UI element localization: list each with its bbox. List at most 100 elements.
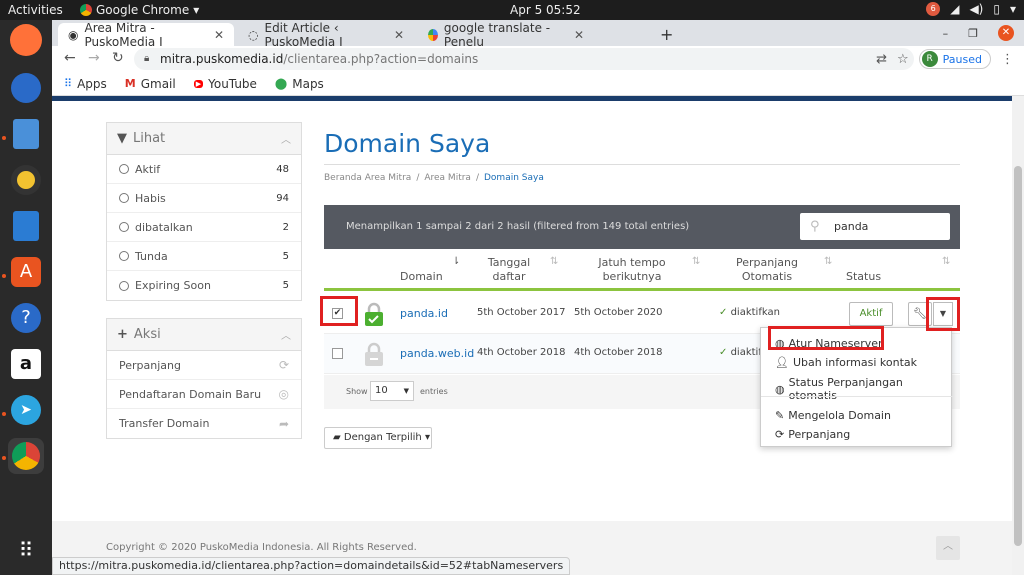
bulk-action-button[interactable]: ▰ Dengan Terpilih ▾: [324, 427, 432, 449]
col-registered[interactable]: Tanggal daftar: [474, 256, 544, 284]
app-menu[interactable]: Google Chrome ▾: [80, 3, 199, 17]
sort-icon: ⇂: [452, 256, 461, 267]
chrome-icon: [80, 4, 92, 16]
writer-icon[interactable]: [8, 208, 44, 244]
bookmark-star-icon[interactable]: ☆: [897, 52, 909, 67]
bookmark-label: Gmail: [140, 76, 176, 91]
caret-down-icon: ▼: [403, 387, 409, 395]
col-label: Tanggal: [487, 256, 531, 269]
menu-item-status-perpanjangan[interactable]: ◍ Status Perpanjangan otomatis: [775, 376, 951, 402]
show-apps-icon[interactable]: ⠿: [8, 532, 44, 568]
col-label: daftar: [492, 270, 526, 283]
software-icon[interactable]: A: [8, 254, 44, 290]
page-scrollbar[interactable]: [1012, 96, 1024, 575]
refresh-icon: ⟳: [775, 428, 785, 441]
reload-button[interactable]: ↻: [112, 50, 124, 66]
telegram-icon[interactable]: ➤: [8, 392, 44, 428]
bookmarks-bar: ⠿ Apps M Gmail ▶ YouTube ⬤ Maps: [52, 72, 1024, 96]
tab-google-translate[interactable]: google translate - Penelu ✕: [418, 21, 594, 49]
running-indicator: [2, 412, 6, 416]
globe-icon: ◍: [775, 382, 785, 396]
google-icon: [428, 28, 438, 41]
entries-label: entries: [420, 387, 448, 396]
col-status[interactable]: Status: [846, 270, 881, 284]
bookmark-gmail[interactable]: M Gmail: [125, 77, 176, 91]
filter-expiring-soon[interactable]: Expiring Soon 5: [107, 271, 301, 300]
menu-icon[interactable]: ⋮: [1001, 52, 1014, 67]
chrome-dock-icon[interactable]: [8, 438, 44, 474]
url-path: /clientarea.php?action=domains: [283, 52, 479, 66]
scroll-top-button[interactable]: ︿: [936, 536, 960, 560]
auto-renew-label: diaktifkan: [730, 307, 780, 318]
sort-icon: ⇅: [824, 256, 833, 267]
battery-icon: ▯: [993, 2, 1000, 16]
expiry-date: 4th October 2018: [574, 347, 663, 358]
breadcrumb-item[interactable]: Area Mitra: [424, 173, 471, 183]
filter-count: 5: [282, 250, 289, 262]
domain-link[interactable]: panda.id: [400, 307, 448, 320]
menu-item-ubah-kontak[interactable]: 👤︎ Ubah informasi kontak: [775, 356, 917, 369]
filter-tunda[interactable]: Tunda 5: [107, 242, 301, 271]
filter-dibatalkan[interactable]: dibatalkan 2: [107, 213, 301, 242]
action-transfer-domain[interactable]: Transfer Domain ➦: [107, 409, 301, 438]
new-tab-button[interactable]: +: [660, 25, 673, 44]
action-perpanjang[interactable]: Perpanjang ⟳: [107, 351, 301, 380]
loading-icon: ◌: [248, 27, 259, 42]
minimize-button[interactable]: –: [943, 27, 949, 40]
col-expires[interactable]: Jatuh tempo berikutnya: [592, 256, 672, 284]
close-icon[interactable]: ✕: [394, 28, 404, 42]
page-content: ▼ Lihat ︿ Aktif 48 Habis 94 dibatalkan 2 Tu…: [52, 101, 1012, 521]
thunderbird-icon[interactable]: [8, 70, 44, 106]
filter-panel-header[interactable]: ▼ Lihat ︿: [107, 123, 301, 155]
filter-aktif[interactable]: Aktif 48: [107, 155, 301, 184]
row-checkbox[interactable]: [332, 348, 343, 359]
action-label: Transfer Domain: [119, 417, 210, 430]
forward-button[interactable]: →: [88, 50, 100, 66]
window-close-button[interactable]: ✕: [998, 25, 1014, 41]
address-bar[interactable]: 🔒︎ mitra.puskomedia.id/clientarea.php?ac…: [134, 48, 914, 70]
domain-link[interactable]: panda.web.id: [400, 347, 474, 360]
system-tray[interactable]: 6 ◢ ◀) ▯ ▾: [926, 2, 1016, 16]
profile-status: Paused: [942, 52, 982, 66]
scrollbar-thumb[interactable]: [1014, 166, 1022, 546]
col-domain[interactable]: Domain: [400, 270, 443, 284]
firefox-icon[interactable]: [10, 24, 42, 56]
globe-icon: ◉: [68, 27, 79, 42]
amazon-icon[interactable]: a: [8, 346, 44, 382]
clock[interactable]: Apr 5 05:52: [510, 3, 581, 17]
filter-icon: ▼: [117, 131, 127, 146]
help-icon[interactable]: ?: [8, 300, 44, 336]
action-pendaftaran-domain-baru[interactable]: Pendaftaran Domain Baru ◎: [107, 380, 301, 409]
restore-button[interactable]: ❐: [968, 27, 978, 40]
table-info: Menampilkan 1 sampai 2 dari 2 hasil (fil…: [346, 221, 690, 232]
filter-habis[interactable]: Habis 94: [107, 184, 301, 213]
tab-edit-article[interactable]: ◌ Edit Article ‹ PuskoMedia I ✕: [238, 21, 414, 49]
filter-count: 5: [282, 280, 289, 291]
close-icon[interactable]: ✕: [214, 28, 224, 42]
back-button[interactable]: ←: [64, 50, 76, 66]
menu-item-perpanjang[interactable]: ⟳ Perpanjang: [775, 428, 850, 441]
chevron-down-icon: ▾: [193, 3, 200, 17]
translate-icon[interactable]: ⇄: [876, 52, 887, 67]
tab-area-mitra[interactable]: ◉ Area Mitra - PuskoMedia I ✕: [58, 21, 234, 49]
col-label: berikutnya: [602, 270, 662, 283]
rhythmbox-icon[interactable]: [8, 162, 44, 198]
actions-panel-header[interactable]: + Aksi ︿: [107, 319, 301, 351]
activities-button[interactable]: Activities: [8, 3, 63, 17]
page-size-select[interactable]: 10 ▼: [370, 381, 414, 401]
col-label: Jatuh tempo: [598, 256, 666, 269]
bookmark-youtube[interactable]: ▶ YouTube: [193, 77, 257, 91]
bookmark-maps[interactable]: ⬤ Maps: [275, 77, 324, 91]
col-auto-renew[interactable]: Perpanjang Otomatis: [728, 256, 806, 284]
breadcrumb-item[interactable]: Beranda Area Mitra: [324, 173, 411, 183]
lock-icon: 🔒︎: [144, 53, 150, 64]
page-viewport: ▼ Lihat ︿ Aktif 48 Habis 94 dibatalkan 2 Tu…: [52, 96, 1012, 575]
table-search-input[interactable]: ⚲ panda: [800, 213, 950, 240]
close-icon[interactable]: ✕: [574, 28, 584, 42]
bookmark-apps[interactable]: ⠿ Apps: [64, 77, 107, 91]
menu-item-mengelola-domain[interactable]: ✎ Mengelola Domain: [775, 409, 891, 422]
files-icon[interactable]: [8, 116, 44, 152]
table-header: Domain ⇂ Tanggal daftar ⇅ Jatuh tempo beri…: [324, 251, 960, 291]
menu-label: Mengelola Domain: [788, 409, 891, 422]
profile-button[interactable]: R Paused: [918, 49, 991, 69]
